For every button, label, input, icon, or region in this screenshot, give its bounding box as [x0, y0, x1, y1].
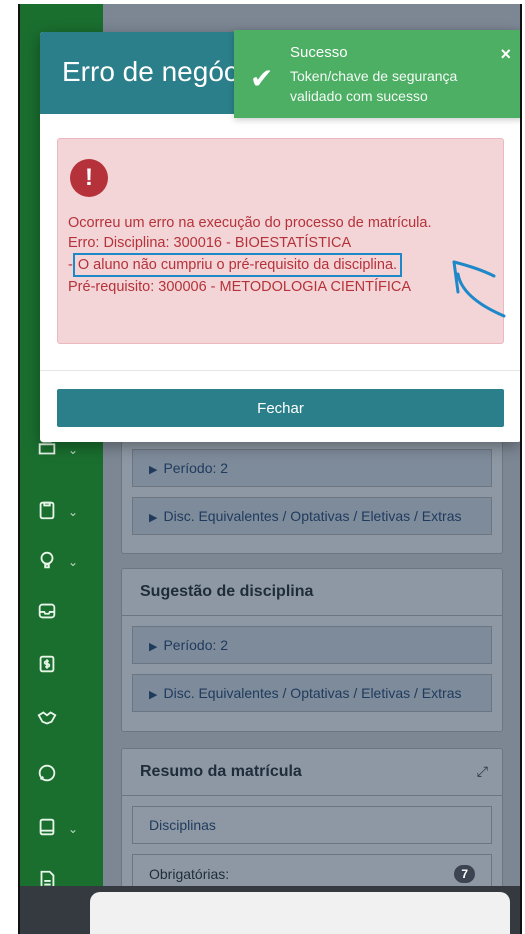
caret-right-icon: ▶	[149, 512, 158, 524]
chat-icon	[36, 762, 58, 789]
highlighted-error: O aluno não cumpriu o pré-requisito da d…	[72, 253, 403, 277]
error-line-1: Ocorreu um erro na execução do processo …	[68, 215, 432, 231]
chevron-down-icon: ⌄	[68, 822, 79, 836]
caret-right-icon: ▶	[149, 464, 158, 476]
chevron-down-icon: ⌄	[68, 505, 79, 519]
accordion-periodo[interactable]: ▶ Período: 2	[132, 449, 492, 487]
accordion-sugestao-periodo[interactable]: ▶ Período: 2	[132, 626, 492, 664]
caret-right-icon: ▶	[149, 641, 158, 653]
error-line-4: Pré-requisito: 300006 - METODOLOGIA CIEN…	[68, 279, 412, 295]
expand-icon[interactable]: ⤢	[477, 763, 488, 780]
caret-right-icon: ▶	[149, 689, 158, 701]
accordion-disc-equivalentes[interactable]: ▶ Disc. Equivalentes / Optativas / Eletiv…	[132, 497, 492, 535]
lightbulb-icon	[36, 549, 58, 576]
exclamation-icon: !	[70, 159, 108, 197]
resumo-card: Resumo da matrícula ⤢ Disciplinas Obriga…	[121, 748, 503, 908]
sidebar-item-device[interactable]: ⌄	[20, 803, 103, 855]
tablet-icon	[36, 816, 58, 843]
clipboard-icon	[36, 499, 58, 526]
resumo-disciplinas-row: Disciplinas	[132, 806, 492, 844]
sidebar-item-agreements[interactable]	[20, 694, 103, 746]
toast-title: Sucesso	[290, 44, 348, 61]
footer-divider	[40, 370, 520, 371]
chevron-down-icon: ⌄	[68, 443, 79, 457]
close-icon[interactable]: ×	[500, 44, 511, 65]
app-screen: ⌄ ⌄ ⌄ ⌄ ▶ Período: 2 ▶ Disc. Equivalente…	[18, 4, 522, 934]
close-button[interactable]: Fechar	[57, 389, 504, 427]
success-toast: ✔ Sucesso Token/chave de segurança valid…	[234, 30, 520, 118]
sidebar-item-chat[interactable]	[20, 749, 103, 801]
sidebar-item-ideas[interactable]: ⌄	[20, 536, 103, 588]
bottom-sheet-edge	[90, 892, 510, 934]
error-line-2: Erro: Disciplina: 300016 - BIOESTATÍSTIC…	[68, 235, 352, 251]
sidebar-item-inbox[interactable]	[20, 587, 103, 639]
sugestao-card: Sugestão de disciplina ▶ Período: 2 ▶ Disc…	[121, 568, 503, 732]
chevron-down-icon: ⌄	[68, 555, 79, 569]
handshake-icon	[36, 707, 58, 734]
sidebar-item-finance[interactable]	[20, 640, 103, 692]
accordion-sugestao-disc[interactable]: ▶ Disc. Equivalentes / Optativas / Eletiv…	[132, 674, 492, 712]
annotation-arrow-icon	[452, 260, 506, 318]
sidebar-item-clipboard[interactable]: ⌄	[20, 486, 103, 538]
check-icon: ✔	[250, 63, 274, 94]
resumo-title: Resumo da matrícula	[122, 749, 502, 796]
error-line-3: - O aluno não cumpriu o pré-requisito da…	[68, 253, 493, 277]
inbox-icon	[36, 600, 58, 627]
sugestao-title: Sugestão de disciplina	[122, 569, 502, 616]
obrigatorias-count-badge: 7	[454, 865, 475, 883]
toast-message: Token/chave de segurança validado com su…	[290, 68, 458, 104]
error-alert: ! Ocorreu um erro na execução do process…	[57, 138, 504, 344]
dollar-icon	[36, 653, 58, 680]
